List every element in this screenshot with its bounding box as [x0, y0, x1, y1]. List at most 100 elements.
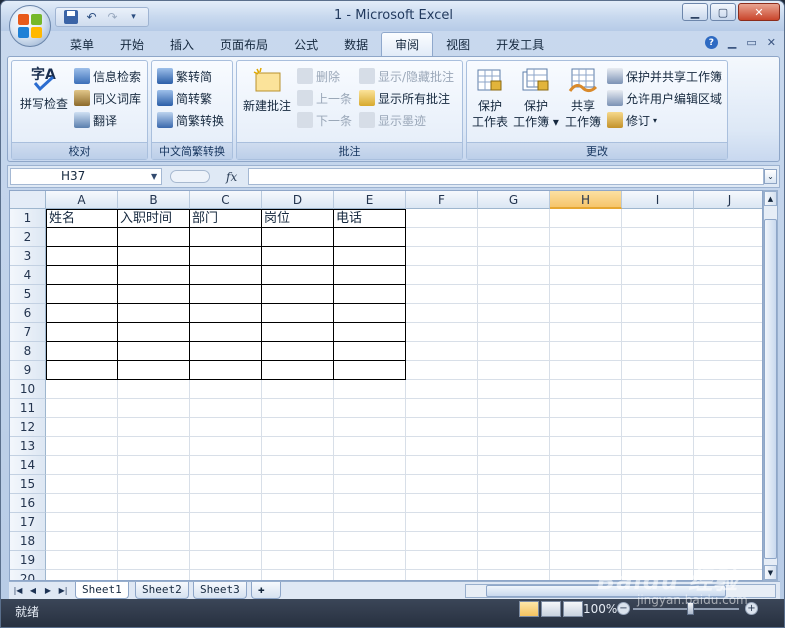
page-break-view-icon[interactable] — [563, 601, 583, 617]
cell-a4[interactable] — [46, 266, 118, 285]
cell-e20[interactable] — [334, 570, 406, 580]
cell-b15[interactable] — [118, 475, 190, 494]
cell-d6[interactable] — [262, 304, 334, 323]
row-header-12[interactable]: 12 — [10, 418, 46, 437]
cell-h14[interactable] — [550, 456, 622, 475]
cell-g16[interactable] — [478, 494, 550, 513]
protect-sheet-button[interactable]: 保护 工作表 — [470, 67, 510, 130]
cell-f16[interactable] — [406, 494, 478, 513]
minimize-button[interactable]: ▁ — [682, 3, 708, 21]
column-header-g[interactable]: G — [478, 191, 550, 209]
cell-c6[interactable] — [190, 304, 262, 323]
row-header-14[interactable]: 14 — [10, 456, 46, 475]
cell-h16[interactable] — [550, 494, 622, 513]
cell-i14[interactable] — [622, 456, 694, 475]
cell-b1[interactable]: 入职时间 — [118, 209, 190, 228]
column-header-h[interactable]: H — [550, 191, 622, 209]
insert-sheet-icon[interactable]: ✚ — [251, 582, 281, 599]
cell-i6[interactable] — [622, 304, 694, 323]
tab-formulas[interactable]: 公式 — [281, 32, 331, 56]
row-header-15[interactable]: 15 — [10, 475, 46, 494]
cell-b14[interactable] — [118, 456, 190, 475]
cell-j13[interactable] — [694, 437, 762, 456]
cell-g1[interactable] — [478, 209, 550, 228]
cell-f15[interactable] — [406, 475, 478, 494]
vertical-scrollbar[interactable]: ▲ ▼ — [763, 190, 778, 581]
cell-j6[interactable] — [694, 304, 762, 323]
row-header-1[interactable]: 1 — [10, 209, 46, 228]
cell-d8[interactable] — [262, 342, 334, 361]
cell-f9[interactable] — [406, 361, 478, 380]
spell-check-button[interactable]: 字A 拼写检查 — [16, 65, 72, 112]
cell-a15[interactable] — [46, 475, 118, 494]
cell-b19[interactable] — [118, 551, 190, 570]
cell-i18[interactable] — [622, 532, 694, 551]
to-simplified-button[interactable]: 繁转简 — [157, 66, 212, 86]
row-header-19[interactable]: 19 — [10, 551, 46, 570]
cell-e9[interactable] — [334, 361, 406, 380]
formula-input[interactable] — [248, 168, 764, 185]
cell-b16[interactable] — [118, 494, 190, 513]
protect-share-button[interactable]: 保护并共享工作簿 — [607, 66, 722, 86]
column-header-b[interactable]: B — [118, 191, 190, 209]
tab-home[interactable]: 开始 — [107, 32, 157, 56]
cell-f12[interactable] — [406, 418, 478, 437]
track-dropdown-icon[interactable]: ▾ — [653, 116, 657, 125]
cell-b6[interactable] — [118, 304, 190, 323]
cell-c1[interactable]: 部门 — [190, 209, 262, 228]
cell-f18[interactable] — [406, 532, 478, 551]
to-traditional-button[interactable]: 简转繁 — [157, 88, 212, 108]
cell-i17[interactable] — [622, 513, 694, 532]
cell-j18[interactable] — [694, 532, 762, 551]
cell-g3[interactable] — [478, 247, 550, 266]
close-button[interactable]: ✕ — [738, 3, 780, 21]
ribbon-minimize-icon[interactable]: ▁ — [728, 36, 736, 49]
cell-g17[interactable] — [478, 513, 550, 532]
column-header-c[interactable]: C — [190, 191, 262, 209]
cell-g20[interactable] — [478, 570, 550, 580]
cell-d14[interactable] — [262, 456, 334, 475]
tab-data[interactable]: 数据 — [331, 32, 381, 56]
cell-g4[interactable] — [478, 266, 550, 285]
cell-b11[interactable] — [118, 399, 190, 418]
cell-a2[interactable] — [46, 228, 118, 247]
cell-e5[interactable] — [334, 285, 406, 304]
cell-i3[interactable] — [622, 247, 694, 266]
cell-d7[interactable] — [262, 323, 334, 342]
page-layout-view-icon[interactable] — [541, 601, 561, 617]
row-header-5[interactable]: 5 — [10, 285, 46, 304]
cell-i15[interactable] — [622, 475, 694, 494]
name-box-dropdown-icon[interactable]: ▼ — [151, 172, 157, 181]
cell-c14[interactable] — [190, 456, 262, 475]
help-icon[interactable]: ? — [704, 36, 718, 49]
show-hide-comment-button[interactable]: 显示/隐藏批注 — [359, 66, 454, 86]
cell-e13[interactable] — [334, 437, 406, 456]
cell-b3[interactable] — [118, 247, 190, 266]
cell-e18[interactable] — [334, 532, 406, 551]
cell-a13[interactable] — [46, 437, 118, 456]
protect-workbook-button[interactable]: 保护 工作簿 ▾ — [512, 67, 560, 130]
cell-i1[interactable] — [622, 209, 694, 228]
thesaurus-button[interactable]: 同义词库 — [74, 88, 141, 108]
cell-e7[interactable] — [334, 323, 406, 342]
cell-j10[interactable] — [694, 380, 762, 399]
cell-i16[interactable] — [622, 494, 694, 513]
cell-b12[interactable] — [118, 418, 190, 437]
cell-d2[interactable] — [262, 228, 334, 247]
cell-j14[interactable] — [694, 456, 762, 475]
zoom-level[interactable]: 100% — [583, 602, 617, 616]
row-header-9[interactable]: 9 — [10, 361, 46, 380]
cell-g14[interactable] — [478, 456, 550, 475]
expand-formula-bar-icon[interactable]: ⌄ — [764, 169, 777, 184]
cell-c10[interactable] — [190, 380, 262, 399]
cell-g12[interactable] — [478, 418, 550, 437]
cell-a7[interactable] — [46, 323, 118, 342]
maximize-button[interactable]: ▢ — [710, 3, 736, 21]
chinese-convert-button[interactable]: 简繁转换 — [157, 110, 224, 130]
cell-d5[interactable] — [262, 285, 334, 304]
cell-d12[interactable] — [262, 418, 334, 437]
new-comment-button[interactable]: 新建批注 — [240, 67, 294, 114]
cell-a16[interactable] — [46, 494, 118, 513]
cell-d15[interactable] — [262, 475, 334, 494]
cell-e12[interactable] — [334, 418, 406, 437]
